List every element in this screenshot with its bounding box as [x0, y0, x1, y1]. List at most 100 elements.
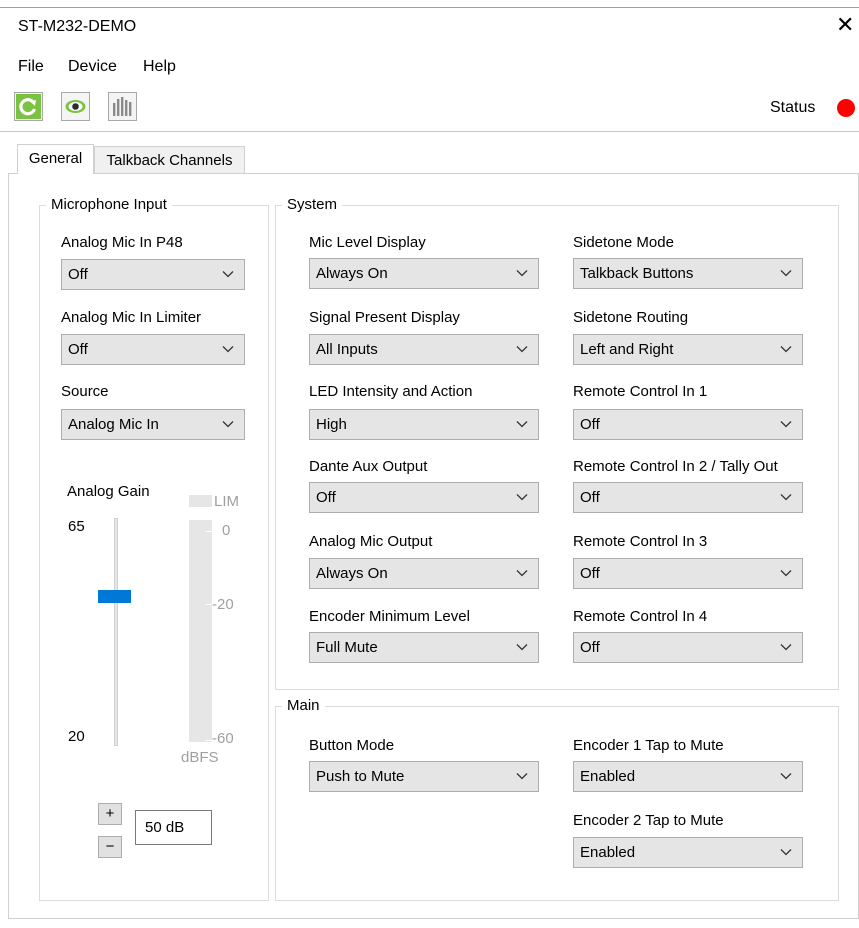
eye-icon: [63, 94, 88, 119]
chevron-down-icon: [780, 270, 792, 277]
encoder-2-tap-label: Encoder 2 Tap to Mute: [573, 812, 724, 829]
remote-control-4-select[interactable]: Off: [573, 632, 803, 663]
meter-tick: [206, 531, 212, 532]
toolbar-separator: [0, 131, 859, 132]
sidetone-mode-label: Sidetone Mode: [573, 234, 674, 251]
window-title: ST-M232-DEMO: [18, 18, 137, 35]
sidetone-mode-select[interactable]: Talkback Buttons: [573, 258, 803, 289]
tab-talkback-channels[interactable]: Talkback Channels: [94, 146, 245, 174]
limiter-value: Off: [68, 341, 88, 358]
signal-present-select[interactable]: All Inputs: [309, 334, 539, 365]
remote-control-1-label: Remote Control In 1: [573, 383, 708, 400]
tab-general[interactable]: General: [17, 144, 94, 174]
dante-aux-select[interactable]: Off: [309, 482, 539, 513]
signal-present-label: Signal Present Display: [309, 309, 460, 326]
chevron-down-icon: [516, 494, 528, 501]
mic-level-display-label: Mic Level Display: [309, 234, 426, 251]
dante-aux-label: Dante Aux Output: [309, 458, 428, 475]
chevron-down-icon: [780, 421, 792, 428]
lim-label: LIM: [214, 493, 240, 510]
p48-select[interactable]: Off: [61, 259, 245, 290]
encoder-1-tap-value: Enabled: [580, 768, 636, 785]
remote-control-3-select[interactable]: Off: [573, 558, 803, 589]
chevron-down-icon: [516, 270, 528, 277]
gain-decrease-button[interactable]: −: [98, 836, 122, 858]
remote-control-3-label: Remote Control In 3: [573, 533, 708, 550]
chevron-down-icon: [222, 421, 234, 428]
analog-mic-output-value: Always On: [316, 565, 388, 582]
meter-label-0: 0: [222, 522, 231, 539]
chevron-down-icon: [516, 644, 528, 651]
chevron-down-icon: [516, 570, 528, 577]
microphone-input-legend: Microphone Input: [46, 196, 172, 213]
chevron-down-icon: [780, 644, 792, 651]
level-meter: [189, 520, 212, 742]
dante-aux-value: Off: [316, 489, 336, 506]
encoder-2-tap-select[interactable]: Enabled: [573, 837, 803, 868]
signal-present-value: All Inputs: [316, 341, 378, 358]
button-mode-value: Push to Mute: [316, 768, 405, 785]
button-mode-label: Button Mode: [309, 737, 395, 754]
system-legend: System: [282, 196, 343, 213]
chevron-down-icon: [780, 494, 792, 501]
source-value: Analog Mic In: [68, 416, 159, 433]
encoder-min-level-label: Encoder Minimum Level: [309, 608, 470, 625]
refresh-icon: [16, 94, 41, 119]
encoder-1-tap-label: Encoder 1 Tap to Mute: [573, 737, 724, 754]
menu-help[interactable]: Help: [143, 58, 176, 76]
button-mode-select[interactable]: Push to Mute: [309, 761, 539, 792]
gain-slider-track[interactable]: [114, 518, 118, 746]
menu-device[interactable]: Device: [68, 58, 117, 76]
gain-value-field[interactable]: 50 dB: [135, 810, 212, 845]
meter-unit-label: dBFS: [181, 749, 219, 766]
refresh-button[interactable]: [14, 92, 43, 121]
chevron-down-icon: [222, 346, 234, 353]
gain-slider-thumb[interactable]: [98, 590, 131, 603]
sidetone-routing-label: Sidetone Routing: [573, 309, 689, 326]
chevron-down-icon: [516, 773, 528, 780]
p48-value: Off: [68, 266, 88, 283]
chevron-down-icon: [516, 346, 528, 353]
mic-level-display-select[interactable]: Always On: [309, 258, 539, 289]
remote-control-4-label: Remote Control In 4: [573, 608, 708, 625]
chevron-down-icon: [222, 271, 234, 278]
analog-gain-label: Analog Gain: [67, 483, 150, 500]
menu-file[interactable]: File: [18, 58, 44, 76]
chevron-down-icon: [780, 346, 792, 353]
led-intensity-select[interactable]: High: [309, 409, 539, 440]
meter-button[interactable]: [108, 92, 137, 121]
main-group: [275, 706, 839, 901]
remote-control-2-select[interactable]: Off: [573, 482, 803, 513]
sidetone-routing-select[interactable]: Left and Right: [573, 334, 803, 365]
limiter-label: Analog Mic In Limiter: [61, 309, 202, 326]
close-icon[interactable]: ✕: [836, 14, 854, 36]
chevron-down-icon: [516, 421, 528, 428]
chevron-down-icon: [780, 570, 792, 577]
sidetone-routing-value: Left and Right: [580, 341, 674, 358]
status-label: Status: [770, 99, 816, 116]
remote-control-4-value: Off: [580, 639, 600, 656]
limiter-select[interactable]: Off: [61, 334, 245, 365]
gain-max-label: 65: [68, 518, 85, 535]
led-intensity-value: High: [316, 416, 347, 433]
remote-control-1-value: Off: [580, 416, 600, 433]
source-select[interactable]: Analog Mic In: [61, 409, 245, 440]
gain-min-label: 20: [68, 728, 85, 745]
led-intensity-label: LED Intensity and Action: [309, 383, 473, 400]
chevron-down-icon: [780, 773, 792, 780]
meter-label-minus60: -60: [212, 730, 234, 747]
encoder-1-tap-select[interactable]: Enabled: [573, 761, 803, 792]
sidetone-mode-value: Talkback Buttons: [580, 265, 694, 282]
remote-control-3-value: Off: [580, 565, 600, 582]
meter-bars-icon: [110, 94, 135, 119]
window-top-border: [0, 7, 859, 8]
analog-mic-output-label: Analog Mic Output: [309, 533, 433, 550]
remote-control-2-value: Off: [580, 489, 600, 506]
gain-increase-button[interactable]: +: [98, 803, 122, 825]
encoder-min-level-select[interactable]: Full Mute: [309, 632, 539, 663]
analog-mic-output-select[interactable]: Always On: [309, 558, 539, 589]
remote-control-1-select[interactable]: Off: [573, 409, 803, 440]
identify-button[interactable]: [61, 92, 90, 121]
p48-label: Analog Mic In P48: [61, 234, 183, 251]
main-legend: Main: [282, 697, 325, 714]
